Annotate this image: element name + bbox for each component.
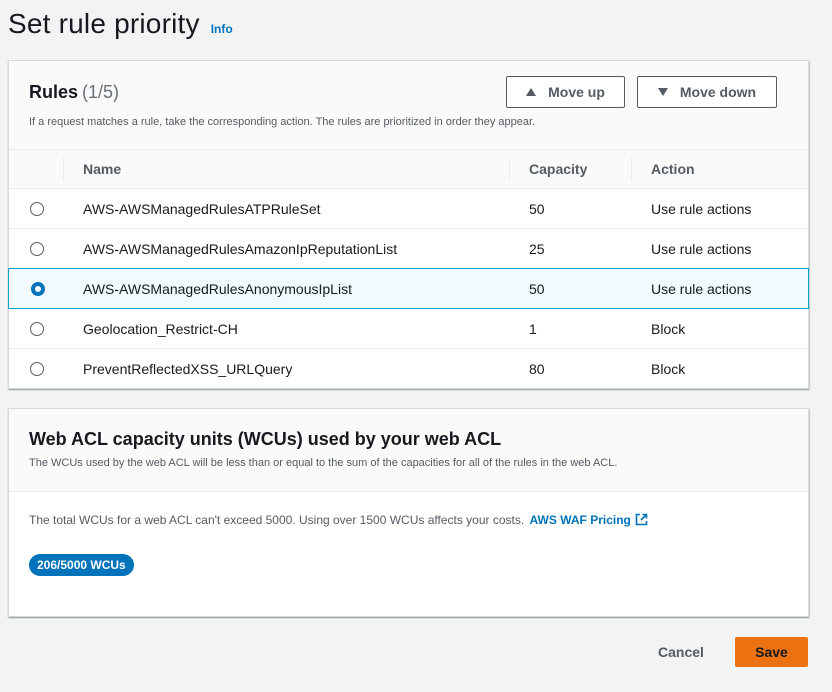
rules-table-body: AWS-AWSManagedRulesATPRuleSet 50 Use rul… — [8, 189, 809, 389]
wcu-heading: Web ACL capacity units (WCUs) used by yo… — [29, 429, 502, 449]
rule-capacity: 1 — [529, 321, 537, 337]
move-up-button[interactable]: Move up — [506, 76, 625, 108]
info-link[interactable]: Info — [211, 22, 233, 36]
rule-action: Use rule actions — [651, 241, 752, 257]
row-radio-checked[interactable] — [31, 282, 45, 296]
table-row[interactable]: PreventReflectedXSS_URLQuery 80 Block — [9, 349, 808, 389]
caret-up-icon — [526, 88, 537, 96]
column-header-action: Action — [651, 161, 695, 177]
table-row[interactable]: AWS-AWSManagedRulesATPRuleSet 50 Use rul… — [9, 189, 808, 229]
caret-down-icon — [657, 88, 668, 96]
rule-action: Block — [651, 361, 686, 377]
pricing-link-label: AWS WAF Pricing — [529, 513, 631, 527]
rules-count: (1/5) — [82, 82, 120, 102]
rules-description: If a request matches a rule, take the co… — [29, 116, 536, 128]
rule-action: Use rule actions — [651, 201, 752, 217]
rules-table-header: Name Capacity Action — [9, 150, 808, 189]
wcu-panel: Web ACL capacity units (WCUs) used by yo… — [8, 408, 809, 617]
column-separator — [631, 158, 632, 180]
rule-name: AWS-AWSManagedRulesAmazonIpReputationLis… — [83, 241, 398, 257]
external-link-icon — [635, 513, 648, 526]
rule-name: Geolocation_Restrict-CH — [83, 321, 238, 337]
table-row[interactable]: Geolocation_Restrict-CH 1 Block — [9, 309, 808, 349]
row-radio[interactable] — [30, 242, 44, 256]
wcu-usage-badge: 206/5000 WCUs — [29, 554, 134, 576]
move-up-label: Move up — [548, 84, 605, 100]
rule-capacity: 50 — [529, 201, 545, 217]
rule-action: Block — [651, 321, 686, 337]
rule-action: Use rule actions — [651, 281, 752, 297]
wcu-limit-message: The total WCUs for a web ACL can't excee… — [29, 513, 525, 527]
rules-panel: Rules (1/5) If a request matches a rule, … — [8, 60, 809, 389]
rule-name: PreventReflectedXSS_URLQuery — [83, 361, 293, 377]
table-row-selected[interactable]: AWS-AWSManagedRulesAnonymousIpList 50 Us… — [8, 268, 809, 309]
title-row: Set rule priority Info — [8, 8, 233, 40]
wcu-panel-header: Web ACL capacity units (WCUs) used by yo… — [9, 409, 808, 492]
table-row[interactable]: AWS-AWSManagedRulesAmazonIpReputationLis… — [9, 229, 808, 269]
wcu-limit-text: The total WCUs for a web ACL can't excee… — [29, 513, 648, 527]
move-down-button[interactable]: Move down — [637, 76, 777, 108]
column-header-name: Name — [83, 161, 122, 177]
row-radio[interactable] — [30, 202, 44, 216]
rule-capacity: 50 — [529, 281, 545, 297]
rule-name: AWS-AWSManagedRulesATPRuleSet — [83, 201, 321, 217]
rule-name: AWS-AWSManagedRulesAnonymousIpList — [83, 281, 352, 297]
column-separator — [63, 158, 64, 180]
save-button[interactable]: Save — [735, 637, 808, 667]
set-rule-priority-page: Set rule priority Info Rules (1/5) If a r… — [0, 0, 832, 692]
cancel-button[interactable]: Cancel — [646, 637, 716, 667]
page-title: Set rule priority — [8, 8, 200, 39]
move-down-label: Move down — [679, 84, 757, 100]
wcu-panel-body: The total WCUs for a web ACL can't excee… — [9, 492, 808, 616]
row-radio[interactable] — [30, 362, 44, 376]
aws-waf-pricing-link[interactable]: AWS WAF Pricing — [530, 513, 648, 527]
column-separator — [509, 158, 510, 180]
rules-panel-header: Rules (1/5) If a request matches a rule, … — [9, 61, 808, 150]
rule-capacity: 25 — [529, 241, 545, 257]
wcu-description: The WCUs used by the web ACL will be les… — [29, 457, 618, 469]
row-radio[interactable] — [30, 322, 44, 336]
rule-capacity: 80 — [529, 361, 545, 377]
column-header-capacity: Capacity — [529, 161, 588, 177]
rules-heading-text: Rules — [29, 82, 79, 102]
rules-heading: Rules (1/5) — [29, 82, 119, 103]
